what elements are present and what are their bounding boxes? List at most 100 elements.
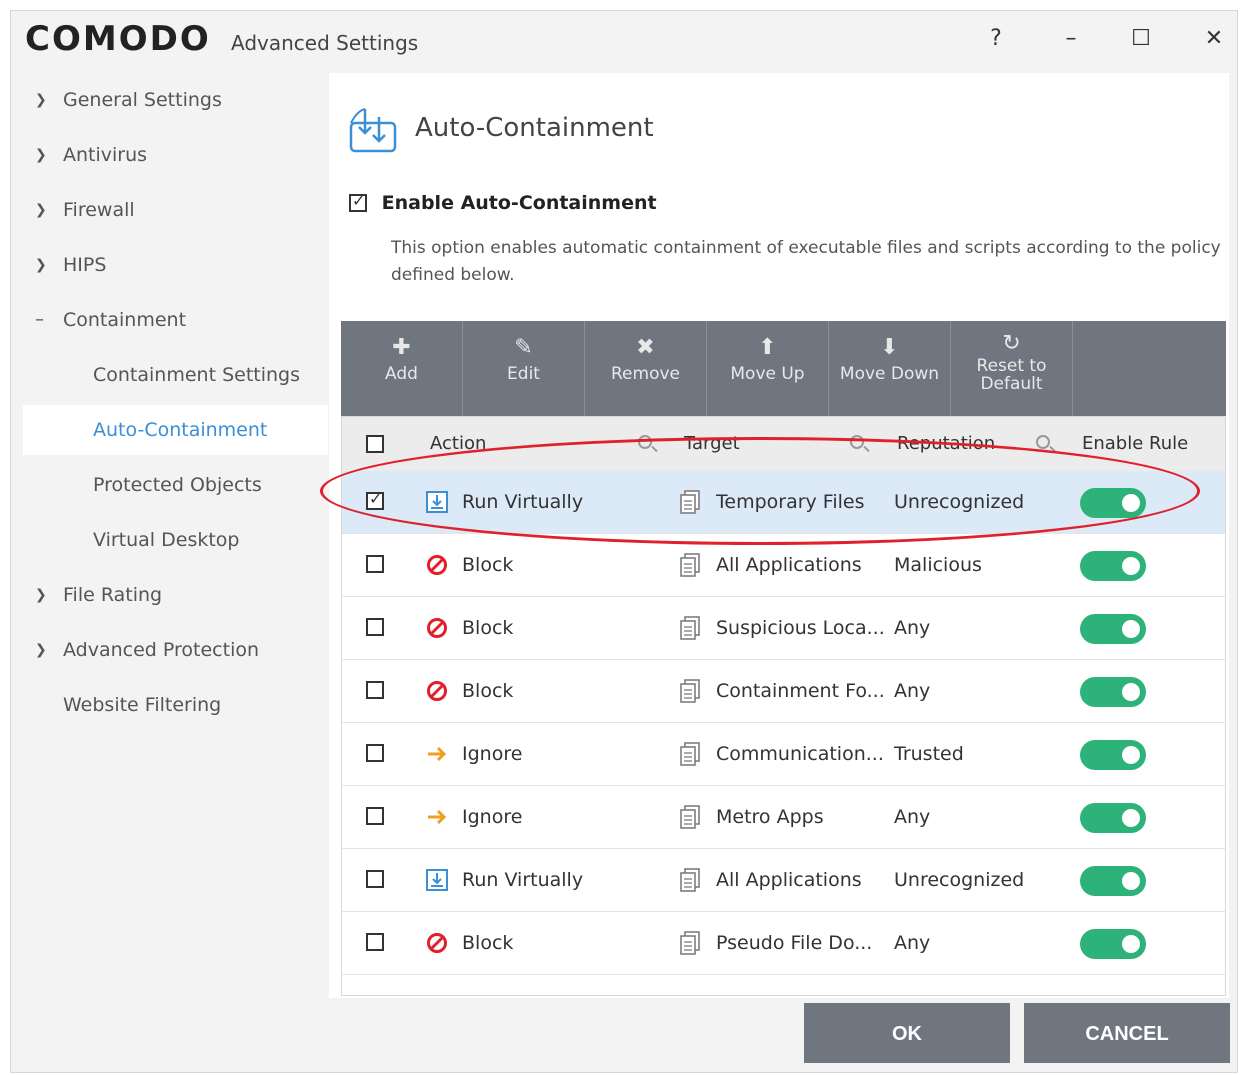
move-up-button[interactable]: ⬆ Move Up xyxy=(707,321,829,416)
table-row[interactable]: Ignore Communication... Trusted xyxy=(342,723,1225,786)
sidebar-item-containment-settings[interactable]: Containment Settings xyxy=(23,350,328,400)
row-checkbox[interactable] xyxy=(366,489,384,510)
sidebar-item-label: Advanced Protection xyxy=(63,639,260,661)
enable-rule-toggle[interactable] xyxy=(1080,866,1146,896)
column-header-enable-rule[interactable]: Enable Rule xyxy=(1082,417,1188,471)
reset-to-default-button[interactable]: ↻ Reset to Default xyxy=(951,321,1073,416)
file-group-icon xyxy=(680,679,700,703)
sidebar-item-containment[interactable]: – Containment xyxy=(23,295,328,345)
row-checkbox[interactable] xyxy=(366,933,384,951)
row-checkbox[interactable] xyxy=(366,807,384,825)
file-group-icon xyxy=(680,868,700,892)
ignore-arrow-icon xyxy=(428,809,447,825)
enable-rule-toggle[interactable] xyxy=(1080,740,1146,770)
row-checkbox[interactable] xyxy=(366,555,384,573)
chevron-down-icon: ❯ xyxy=(35,257,47,273)
row-reputation: Unrecognized xyxy=(894,491,1025,513)
sidebar-item-virtual-desktop[interactable]: Virtual Desktop xyxy=(23,515,328,565)
table-row[interactable]: Block Pseudo File Do... Any xyxy=(342,912,1225,975)
row-action: Ignore xyxy=(462,743,523,765)
select-all-checkbox[interactable] xyxy=(366,435,384,453)
row-target: All Applications xyxy=(716,554,862,576)
maximize-button[interactable]: ☐ xyxy=(1121,19,1161,59)
table-row[interactable]: Ignore Metro Apps Any xyxy=(342,786,1225,849)
window-title: Advanced Settings xyxy=(231,31,419,55)
row-reputation: Any xyxy=(894,680,931,702)
table-row[interactable]: Block Containment Fo... Any xyxy=(342,660,1225,723)
cancel-button[interactable]: CANCEL xyxy=(1024,1003,1230,1063)
sidebar-item-label: Containment xyxy=(63,309,187,331)
table-header: Action Target Reputation Enable Rule xyxy=(342,417,1225,472)
sidebar-item-protected-objects[interactable]: Protected Objects xyxy=(23,460,328,510)
column-header-target[interactable]: Target xyxy=(684,417,740,471)
row-target: Temporary Files xyxy=(716,491,865,513)
sidebar-item-file-rating[interactable]: ❯ File Rating xyxy=(23,570,328,620)
minimize-button[interactable]: – xyxy=(1051,19,1091,59)
row-reputation: Any xyxy=(894,932,931,954)
enable-rule-toggle[interactable] xyxy=(1080,614,1146,644)
table-row[interactable]: Block All Applications Malicious xyxy=(342,534,1225,597)
search-icon[interactable] xyxy=(1036,435,1050,449)
add-button[interactable]: ✚ Add xyxy=(341,321,463,416)
sidebar-item-label: Antivirus xyxy=(63,144,148,166)
chevron-down-icon: ❯ xyxy=(35,92,47,108)
help-button[interactable]: ? xyxy=(976,19,1016,59)
row-action: Block xyxy=(462,617,514,639)
edit-button[interactable]: ✎ Edit xyxy=(463,321,585,416)
ok-button[interactable]: OK xyxy=(804,1003,1010,1063)
row-target: Containment Fo... xyxy=(716,680,885,702)
sidebar-item-hips[interactable]: ❯ HIPS xyxy=(23,240,328,290)
enable-label: Enable Auto-Containment xyxy=(381,191,657,214)
sidebar-item-website-filtering[interactable]: Website Filtering xyxy=(23,680,328,730)
row-reputation: Any xyxy=(894,617,931,639)
row-action: Block xyxy=(462,554,514,576)
remove-button[interactable]: ✖ Remove xyxy=(585,321,707,416)
enable-rule-toggle[interactable] xyxy=(1080,803,1146,833)
row-target: Communication... xyxy=(716,743,884,765)
table-row[interactable]: Block Suspicious Loca... Any xyxy=(342,597,1225,660)
sidebar-item-general-settings[interactable]: ❯ General Settings xyxy=(23,75,328,125)
move-down-button[interactable]: ⬇ Move Down xyxy=(829,321,951,416)
search-icon[interactable] xyxy=(638,435,652,449)
page-title: Auto-Containment xyxy=(415,113,654,143)
search-icon[interactable] xyxy=(850,435,864,449)
sidebar-item-advanced-protection[interactable]: ❯ Advanced Protection xyxy=(23,625,328,675)
enable-rule-toggle[interactable] xyxy=(1080,488,1146,518)
enable-rule-toggle[interactable] xyxy=(1080,551,1146,581)
sidebar-item-auto-containment[interactable]: Auto-Containment xyxy=(23,405,328,455)
enable-auto-containment-checkbox[interactable]: Enable Auto-Containment xyxy=(349,191,657,214)
enable-rule-toggle[interactable] xyxy=(1080,677,1146,707)
row-action: Run Virtually xyxy=(462,491,584,513)
enable-rule-toggle[interactable] xyxy=(1080,929,1146,959)
row-checkbox[interactable] xyxy=(366,744,384,762)
rules-toolbar: ✚ Add ✎ Edit ✖ Remove ⬆ Move Up ⬇ Move D… xyxy=(341,321,1226,416)
reset-label-line2: Default xyxy=(980,374,1043,394)
table-row[interactable]: Run Virtually Temporary Files Unrecogniz… xyxy=(342,471,1225,534)
row-checkbox[interactable] xyxy=(366,870,384,888)
file-group-icon xyxy=(680,805,700,829)
block-icon xyxy=(427,933,447,953)
block-icon xyxy=(427,618,447,638)
close-button[interactable]: ✕ xyxy=(1194,19,1234,59)
row-reputation: Trusted xyxy=(894,743,964,765)
arrow-up-icon: ⬆ xyxy=(758,335,777,360)
row-target: Pseudo File Do... xyxy=(716,932,873,954)
sidebar-item-firewall[interactable]: ❯ Firewall xyxy=(23,185,328,235)
column-header-reputation[interactable]: Reputation xyxy=(897,417,995,471)
arrow-down-icon: ⬇ xyxy=(880,335,899,360)
checkbox-checked[interactable] xyxy=(349,191,367,212)
row-checkbox[interactable] xyxy=(366,618,384,636)
title-bar: COMODO Advanced Settings ? – ☐ ✕ xyxy=(11,11,1237,71)
table-row[interactable]: Run Virtually All Applications Unrecogni… xyxy=(342,849,1225,912)
column-header-action[interactable]: Action xyxy=(430,417,486,471)
row-checkbox[interactable] xyxy=(366,681,384,699)
settings-sidebar: ❯ General Settings ❯ Antivirus ❯ Firewal… xyxy=(23,73,328,998)
run-virtually-icon xyxy=(426,869,448,891)
row-target: All Applications xyxy=(716,869,862,891)
remove-x-icon: ✖ xyxy=(636,335,655,360)
sidebar-item-antivirus[interactable]: ❯ Antivirus xyxy=(23,130,328,180)
add-label: Add xyxy=(385,364,418,384)
row-target: Suspicious Loca... xyxy=(716,617,885,639)
row-reputation: Malicious xyxy=(894,554,982,576)
main-panel: Auto-Containment Enable Auto-Containment… xyxy=(329,73,1229,998)
